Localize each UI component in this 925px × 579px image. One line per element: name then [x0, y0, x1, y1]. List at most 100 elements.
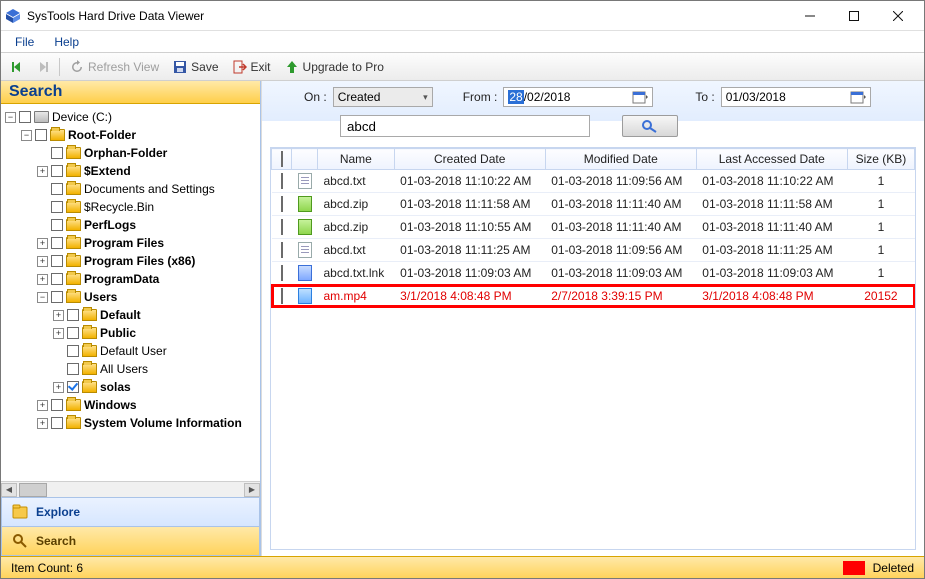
scroll-thumb[interactable] [19, 483, 47, 497]
checkbox[interactable] [67, 381, 79, 393]
tab-search[interactable]: Search [1, 527, 260, 556]
tree-node[interactable]: Default User [53, 342, 258, 360]
table-row[interactable]: abcd.txt01-03-2018 11:11:25 AM01-03-2018… [272, 239, 915, 262]
header-modified[interactable]: Modified Date [545, 149, 696, 170]
checkbox[interactable] [51, 273, 63, 285]
tab-explore[interactable]: Explore [1, 498, 260, 527]
checkbox[interactable] [51, 399, 63, 411]
header-accessed[interactable]: Last Accessed Date [696, 149, 847, 170]
scroll-left-icon[interactable]: ◀ [1, 483, 17, 497]
refresh-icon [70, 60, 84, 74]
scroll-right-icon[interactable]: ▶ [244, 483, 260, 497]
header-created[interactable]: Created Date [394, 149, 545, 170]
tree-node-device[interactable]: − Device (C:) [5, 108, 258, 126]
save-button[interactable]: Save [169, 58, 222, 76]
expander-icon[interactable]: + [53, 310, 64, 321]
cell-size: 1 [847, 239, 914, 262]
header-size[interactable]: Size (KB) [847, 149, 914, 170]
expander-icon[interactable]: + [37, 274, 48, 285]
folder-icon [66, 165, 81, 177]
expander-icon[interactable]: − [21, 130, 32, 141]
row-checkbox[interactable] [281, 173, 283, 189]
tree-node[interactable]: PerfLogs [37, 216, 258, 234]
tree-node-users[interactable]: −Users [37, 288, 258, 306]
menu-file[interactable]: File [5, 33, 44, 51]
tree-node[interactable]: +System Volume Information [37, 414, 258, 432]
upgrade-button[interactable]: Upgrade to Pro [281, 58, 388, 76]
checkbox[interactable] [51, 417, 63, 429]
table-row[interactable]: abcd.txt.lnk01-03-2018 11:09:03 AM01-03-… [272, 262, 915, 285]
tree-node[interactable]: All Users [53, 360, 258, 378]
tree-node[interactable]: +Program Files (x86) [37, 252, 258, 270]
expander-icon[interactable]: + [53, 328, 64, 339]
checkbox[interactable] [51, 201, 63, 213]
nav-forward-button[interactable] [33, 59, 53, 75]
expander-icon[interactable]: − [5, 112, 16, 123]
checkbox[interactable] [35, 129, 47, 141]
checkbox[interactable] [51, 147, 63, 159]
row-checkbox[interactable] [281, 196, 283, 212]
table-row[interactable]: am.mp43/1/2018 4:08:48 PM2/7/2018 3:39:1… [272, 285, 915, 308]
search-input[interactable] [340, 115, 590, 137]
expander-icon[interactable]: + [37, 256, 48, 267]
header-icon [292, 149, 318, 170]
tree-node[interactable]: $Recycle.Bin [37, 198, 258, 216]
tree-node[interactable]: +solas [53, 378, 258, 396]
header-checkbox[interactable] [272, 149, 292, 170]
expander-icon[interactable]: + [53, 382, 64, 393]
results-table[interactable]: Name Created Date Modified Date Last Acc… [270, 147, 916, 550]
on-combo[interactable]: Created ▾ [333, 87, 433, 107]
minimize-button[interactable] [788, 2, 832, 30]
checkbox[interactable] [51, 237, 63, 249]
expander-icon[interactable]: + [37, 238, 48, 249]
table-row[interactable]: abcd.zip01-03-2018 11:11:58 AM01-03-2018… [272, 193, 915, 216]
refresh-button[interactable]: Refresh View [66, 58, 163, 76]
table-row[interactable]: abcd.txt01-03-2018 11:10:22 AM01-03-2018… [272, 170, 915, 193]
tree-view[interactable]: − Device (C:) − Root-Fol [1, 104, 260, 481]
expander-icon[interactable]: − [37, 292, 48, 303]
nav-back-button[interactable] [7, 59, 27, 75]
checkbox[interactable] [67, 309, 79, 321]
folder-icon [82, 345, 97, 357]
exit-icon [233, 60, 247, 74]
tree-node[interactable]: Orphan-Folder [37, 144, 258, 162]
maximize-button[interactable] [832, 2, 876, 30]
row-checkbox[interactable] [281, 219, 283, 235]
row-checkbox[interactable] [281, 242, 283, 258]
close-button[interactable] [876, 2, 920, 30]
tree-label: Default User [100, 342, 167, 360]
checkbox[interactable] [51, 165, 63, 177]
expander-icon[interactable]: + [37, 400, 48, 411]
search-button[interactable] [622, 115, 678, 137]
expander-icon[interactable]: + [37, 418, 48, 429]
checkbox[interactable] [51, 291, 63, 303]
upgrade-icon [285, 60, 299, 74]
checkbox[interactable] [67, 327, 79, 339]
checkbox[interactable] [51, 219, 63, 231]
calendar-icon[interactable] [850, 89, 866, 105]
tree-node[interactable]: Documents and Settings [37, 180, 258, 198]
to-date-input[interactable]: 01/03/2018 [721, 87, 871, 107]
tree-node[interactable]: +Program Files [37, 234, 258, 252]
tree-node[interactable]: +ProgramData [37, 270, 258, 288]
row-checkbox[interactable] [281, 265, 283, 281]
tree-node[interactable]: +Windows [37, 396, 258, 414]
tree-node[interactable]: +$Extend [37, 162, 258, 180]
checkbox[interactable] [67, 345, 79, 357]
exit-button[interactable]: Exit [229, 58, 275, 76]
table-row[interactable]: abcd.zip01-03-2018 11:10:55 AM01-03-2018… [272, 216, 915, 239]
tree-node[interactable]: +Public [53, 324, 258, 342]
checkbox[interactable] [51, 183, 63, 195]
checkbox[interactable] [51, 255, 63, 267]
calendar-icon[interactable] [632, 89, 648, 105]
menu-help[interactable]: Help [44, 33, 89, 51]
tree-node[interactable]: +Default [53, 306, 258, 324]
row-checkbox[interactable] [281, 288, 283, 304]
expander-icon[interactable]: + [37, 166, 48, 177]
header-name[interactable]: Name [318, 149, 395, 170]
checkbox[interactable] [19, 111, 31, 123]
tree-node-root-folder[interactable]: − Root-Folder [21, 126, 258, 144]
from-date-input[interactable]: 28/02/2018 [503, 87, 653, 107]
tree-hscrollbar[interactable]: ◀ ▶ [1, 481, 260, 497]
checkbox[interactable] [67, 363, 79, 375]
